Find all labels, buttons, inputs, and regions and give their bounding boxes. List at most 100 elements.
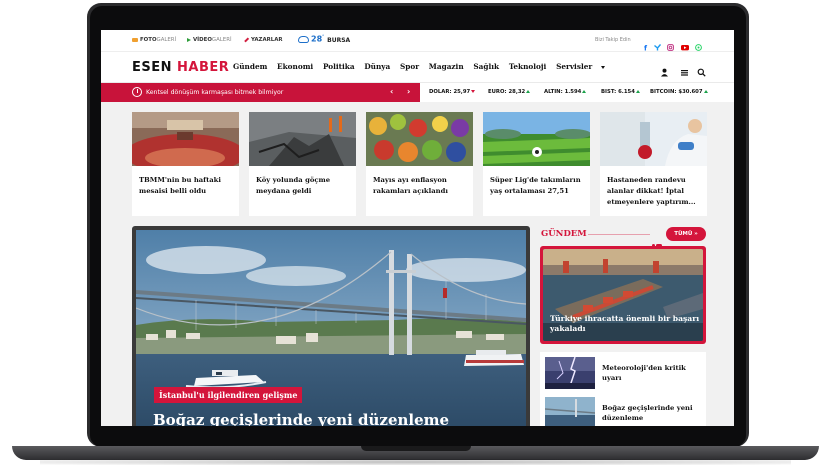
instagram-icon[interactable] [667,36,674,51]
trend-up-icon [582,90,587,93]
news-card-title: Mayıs ayı enflasyon rakamları açıklandı [373,176,448,195]
breaking-news-text[interactable]: Kentsel dönüşüm karmaşası bitmek bilmiyo… [146,89,283,96]
pen-icon [244,37,249,42]
video-gallery-label: VİDEO [193,37,212,43]
chevron-down-icon [601,65,606,69]
news-card[interactable]: TBMM'nin bu haftaki mesaisi belli oldu [132,112,239,216]
list-item-title: Meteoroloji'den kritik uyarı [602,364,686,382]
prev-arrow-icon[interactable]: ‹ [390,87,393,96]
laptop-base [12,446,819,460]
news-card-title: Köy yolunda göçme meydana geldi [256,176,331,195]
ticker-label: BIST: [601,89,617,95]
ticker-label: ALTIN: [544,89,563,95]
ticker-label: BITCOIN: [650,89,677,95]
gundem-section-title: GÜNDEM [541,229,587,239]
section-divider [588,234,650,235]
weather-widget[interactable]: 28°BURSA [298,34,350,44]
ticker-dolar: DOLAR: 25,97 [429,89,476,95]
weather-city: BURSA [327,36,351,44]
nav-item-politika[interactable]: Politika [323,62,355,71]
facebook-icon[interactable]: f [642,36,649,53]
photo-gallery-label: FOTO [140,37,157,43]
gundem-featured-title: Türkiye ihracatta önemli bir başarı yaka… [550,314,700,333]
browser-screen: FOTOGALERİ VİDEOGALERİ YAZARLAR 28°BURSA… [101,30,734,426]
breaking-news-ticker[interactable]: Kentsel dönüşüm karmaşası bitmek bilmiyo… [101,83,420,102]
ticker-value: $30.607 [678,89,703,95]
ticker-value: 25,97 [453,89,471,95]
next-arrow-icon[interactable]: › [407,87,410,96]
authors-label: YAZARLAR [251,37,283,43]
list-item-title: Boğaz geçişlerinde yeni düzenleme [602,404,693,422]
news-card-title: Süper Lig'de takımların yaş ortalaması 2… [490,176,581,195]
camera-icon [132,37,138,42]
youtube-icon[interactable] [681,36,689,51]
ticker-altin: ALTIN: 1.594 [544,89,587,95]
list-item-thumbnail [545,357,595,389]
ticker-value: 28,32 [508,89,526,95]
weather-unit: ° [322,34,325,39]
logo-part-haber: HABER [177,60,230,75]
news-card[interactable]: Hastaneden randevu alanlar dikkat! İptal… [600,112,707,216]
nav-item-servisler-label: Servisler [556,62,593,71]
trend-up-icon [703,90,708,93]
clock-icon [132,87,142,97]
featured-category-badge[interactable]: İstanbul'u ilgilendiren gelişme [154,387,303,403]
nav-item-gundem[interactable]: Gündem [233,62,267,71]
list-item-thumbnail [545,397,595,426]
featured-title[interactable]: Boğaz geçişlerinde yeni düzenleme [153,411,449,426]
whatsapp-icon[interactable] [695,36,702,51]
list-item[interactable]: Meteoroloji'den kritik uyarı [545,354,701,394]
weather-temp: 28 [311,34,323,44]
news-card[interactable]: Köy yolunda göçme meydana geldi [249,112,356,216]
see-all-button[interactable]: TÜMÜ » [666,227,706,241]
ticker-value: 1.594 [564,89,582,95]
news-card-image [249,112,356,166]
laptop-shadow [40,459,791,465]
search-icon[interactable] [697,62,706,77]
ticker-euro: EURO: 28,32 [488,89,531,95]
news-card-image [600,112,707,166]
news-card-title: Hastaneden randevu alanlar dikkat! İptal… [607,176,696,206]
gundem-list: Meteoroloji'den kritik uyarı Boğaz geçiş… [540,352,706,426]
photo-gallery-sub: GALERİ [156,37,177,43]
news-card-title: TBMM'nin bu haftaki mesaisi belli oldu [139,176,221,195]
news-card-image [483,112,590,166]
ticker-label: DOLAR: [429,89,452,95]
news-card-image [132,112,239,166]
gundem-featured-card[interactable]: Türkiye ihracatta önemli bir başarı yaka… [540,246,706,344]
news-card[interactable]: Mayıs ayı enflasyon rakamları açıklandı [366,112,473,216]
news-card-image [366,112,473,166]
follow-us-label: Bizi Takip Edin [595,37,631,43]
top-bar: FOTOGALERİ VİDEOGALERİ YAZARLAR 28°BURSA… [101,30,734,53]
featured-article[interactable]: İstanbul'u ilgilendiren gelişme Boğaz ge… [132,226,530,426]
trend-up-icon [526,90,531,93]
news-card[interactable]: Süper Lig'de takımların yaş ortalaması 2… [483,112,590,216]
nav-item-servisler[interactable]: Servisler [556,62,613,71]
nav-item-ekonomi[interactable]: Ekonomi [277,62,313,71]
nav-item-magazin[interactable]: Magazin [429,62,464,71]
breaking-news-bar: Kentsel dönüşüm karmaşası bitmek bilmiyo… [101,83,734,102]
main-header: ESEN HABER Gündem Ekonomi Politika Dünya… [101,52,734,83]
video-gallery-sub: GALERİ [211,37,232,43]
ticker-label: EURO: [488,89,507,95]
authors-link[interactable]: YAZARLAR [244,37,283,43]
logo-part-esen: ESEN [132,60,173,75]
photo-gallery-link[interactable]: FOTOGALERİ [132,37,176,43]
ticker-bist: BIST: 6.154 [601,89,640,95]
main-nav: Gündem Ekonomi Politika Dünya Spor Magaz… [233,62,620,71]
trend-up-icon [635,90,640,93]
cloud-icon [298,35,309,43]
nav-item-teknoloji[interactable]: Teknoloji [509,62,547,71]
trend-down-icon [471,90,476,93]
user-icon[interactable] [660,62,669,77]
site-logo[interactable]: ESEN HABER [132,60,229,75]
nav-item-spor[interactable]: Spor [400,62,419,71]
list-item[interactable]: Boğaz geçişlerinde yeni düzenleme [545,394,701,426]
nav-item-saglik[interactable]: Sağlık [473,62,499,71]
svg-text:f: f [644,45,648,52]
ticker-bitcoin: BITCOIN: $30.607 [650,89,708,95]
twitter-icon[interactable] [654,36,662,51]
nav-item-dunya[interactable]: Dünya [364,62,390,71]
video-gallery-link[interactable]: VİDEOGALERİ [187,37,232,43]
menu-icon[interactable] [680,62,689,76]
